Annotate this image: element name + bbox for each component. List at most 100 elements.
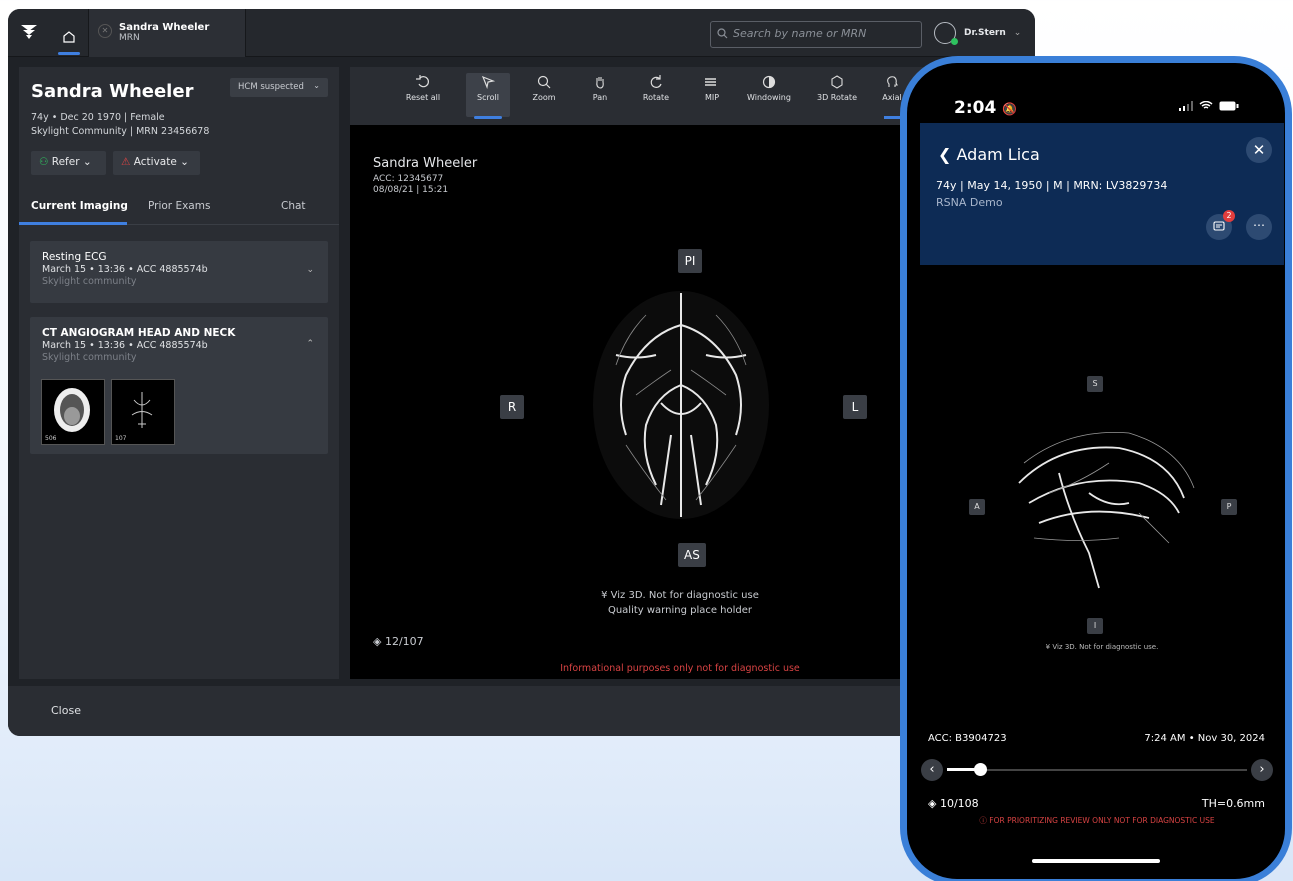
viz-logo-icon: ¥ (601, 590, 611, 601)
home-icon (63, 31, 75, 43)
tab-prior-exams[interactable]: Prior Exams (148, 200, 210, 212)
more-icon: ⋯ (1253, 218, 1265, 232)
angiogram-image (593, 291, 769, 519)
slice-counter: ◈ 12/107 (373, 635, 424, 648)
undo-icon (416, 75, 429, 88)
alert-icon: ⚠ (121, 156, 134, 168)
refer-button[interactable]: ⚇ Refer ⌄ (31, 151, 106, 175)
refer-label: Refer (51, 156, 80, 168)
footer-bar: Close (8, 686, 1035, 736)
study-card-ecg[interactable]: Resting ECG March 15 • 13:36 • ACC 48855… (30, 241, 328, 303)
scroll-tool-button[interactable]: Scroll (466, 73, 510, 119)
slice-slider[interactable]: ‹ › (921, 759, 1273, 781)
patient-tab-sub: MRN (119, 33, 140, 43)
phone-slice-counter: ◈ 10/108 (928, 797, 979, 810)
phone-warning: ⓘ FOR PRIORITIZING REVIEW ONLY NOT FOR D… (937, 815, 1257, 826)
series-thumbnail[interactable]: 506 (41, 379, 105, 445)
phone-frame: 2:04 🔕 ❮ Adam Lica ✕ 74y | May 14, 1950 … (900, 56, 1292, 881)
disclaimer-line-2: Quality warning place holder (607, 605, 753, 616)
tab-current-imaging[interactable]: Current Imaging (31, 200, 128, 212)
home-tab[interactable] (52, 19, 86, 55)
study-site: Skylight community (42, 352, 137, 363)
chevron-down-icon: ⌄ (1013, 28, 1022, 38)
tool-label: 3D Rotate (817, 93, 857, 102)
orientation-bottom: I (1087, 618, 1103, 634)
diagnosis-dropdown[interactable]: HCM suspected ⌄ (230, 78, 328, 97)
study-meta: March 15 • 13:36 • ACC 4885574b (42, 340, 208, 351)
tool-label: Scroll (477, 93, 499, 102)
slider-handle[interactable] (974, 763, 987, 776)
tool-label: Axial (882, 93, 902, 102)
tool-label: Rotate (642, 93, 670, 102)
viewer-meta: ACC: 12345677 08/08/21 | 15:21 (373, 174, 448, 196)
tab-chat[interactable]: Chat (281, 200, 306, 212)
reset-all-button[interactable]: Reset all (396, 73, 450, 117)
viewer-acc: ACC: 12345677 (373, 174, 444, 184)
panel-tabs: Current Imaging Prior Exams Chat (19, 193, 339, 225)
pan-tool-button[interactable]: Pan (578, 73, 622, 117)
windowing-tool-button[interactable]: Windowing (740, 73, 798, 117)
ct-slice-image (54, 388, 90, 432)
patient-tab-name: Sandra Wheeler (119, 22, 210, 33)
3d-rotate-tool-button[interactable]: 3D Rotate (812, 73, 862, 117)
hand-icon (596, 77, 604, 89)
orientation-top: PI (678, 249, 702, 273)
patient-tab[interactable]: ✕ Sandra Wheeler MRN (88, 9, 246, 57)
slice-thickness: TH=0.6mm (1201, 797, 1265, 810)
orientation-left: A (969, 499, 985, 515)
study-title: Resting ECG (42, 251, 107, 263)
head-icon (887, 76, 898, 87)
orientation-left: R (500, 395, 524, 419)
series-thumbnail[interactable]: 107 (111, 379, 175, 445)
close-button[interactable]: Close (51, 704, 81, 717)
layers-icon: ◈ (373, 635, 385, 648)
cursor-icon (481, 75, 495, 89)
avatar (934, 22, 958, 45)
study-card-cta[interactable]: CT ANGIOGRAM HEAD AND NECK March 15 • 13… (30, 317, 328, 454)
chat-button[interactable]: 2 (1206, 210, 1235, 240)
study-meta: March 15 • 13:36 • ACC 4885574b (42, 264, 208, 275)
rotate-icon (650, 75, 662, 88)
series-count: 107 (115, 435, 127, 442)
search-input[interactable]: Search by name or MRN (710, 21, 922, 48)
tool-label: Windowing (747, 93, 791, 102)
chevron-left-icon: ‹ (929, 762, 935, 777)
desktop-window: ✕ Sandra Wheeler MRN Search by name or M… (8, 9, 1035, 736)
user-menu[interactable]: Dr.Stern ⌄ (934, 22, 1022, 45)
more-options-button[interactable]: ⋯ (1246, 214, 1272, 240)
info-icon: ⓘ (979, 816, 990, 825)
phone-patient-meta: 74y | May 14, 1950 | M | MRN: LV3829734 (936, 179, 1168, 192)
viz-logo-icon[interactable] (20, 23, 38, 41)
phone-patient-header: ❮ Adam Lica ✕ 74y | May 14, 1950 | M | M… (920, 123, 1284, 265)
chat-icon (1213, 221, 1225, 231)
wifi-icon (1199, 101, 1213, 109)
phone-screen: 2:04 🔕 ❮ Adam Lica ✕ 74y | May 14, 1950 … (907, 63, 1285, 879)
zoom-tool-button[interactable]: Zoom (522, 73, 566, 117)
phone-slice-count: 10/108 (939, 797, 979, 810)
study-site: Skylight community (42, 276, 137, 287)
chevron-up-icon[interactable]: ⌃ (306, 339, 314, 349)
next-slice-button[interactable]: › (1251, 759, 1273, 781)
viewer-patient-name: Sandra Wheeler (373, 156, 478, 171)
previous-slice-button[interactable]: ‹ (921, 759, 943, 781)
home-indicator[interactable] (1032, 859, 1160, 863)
search-icon (717, 28, 728, 39)
signal-icon (1179, 101, 1193, 111)
activate-label: Activate (133, 156, 177, 168)
chevron-left-icon: ❮ (938, 145, 957, 164)
study-title: CT ANGIOGRAM HEAD AND NECK (42, 327, 236, 339)
battery-icon (1219, 101, 1239, 111)
magnifier-icon (537, 75, 551, 89)
patient-site-mrn: Skylight Community | MRN 23456678 (31, 126, 210, 137)
tool-label: Pan (592, 93, 608, 102)
unread-badge: 2 (1223, 210, 1235, 222)
back-button[interactable]: ❮ Adam Lica (938, 145, 1040, 164)
close-button[interactable]: ✕ (1246, 137, 1272, 163)
chevron-down-icon[interactable]: ⌄ (306, 265, 314, 275)
rotate-tool-button[interactable]: Rotate (634, 73, 678, 117)
activate-button[interactable]: ⚠ Activate ⌄ (113, 151, 200, 175)
slider-track (947, 769, 1247, 771)
mip-tool-button[interactable]: MIP (690, 73, 734, 117)
mip-icon (705, 78, 716, 86)
close-tab-icon[interactable]: ✕ (98, 24, 112, 38)
